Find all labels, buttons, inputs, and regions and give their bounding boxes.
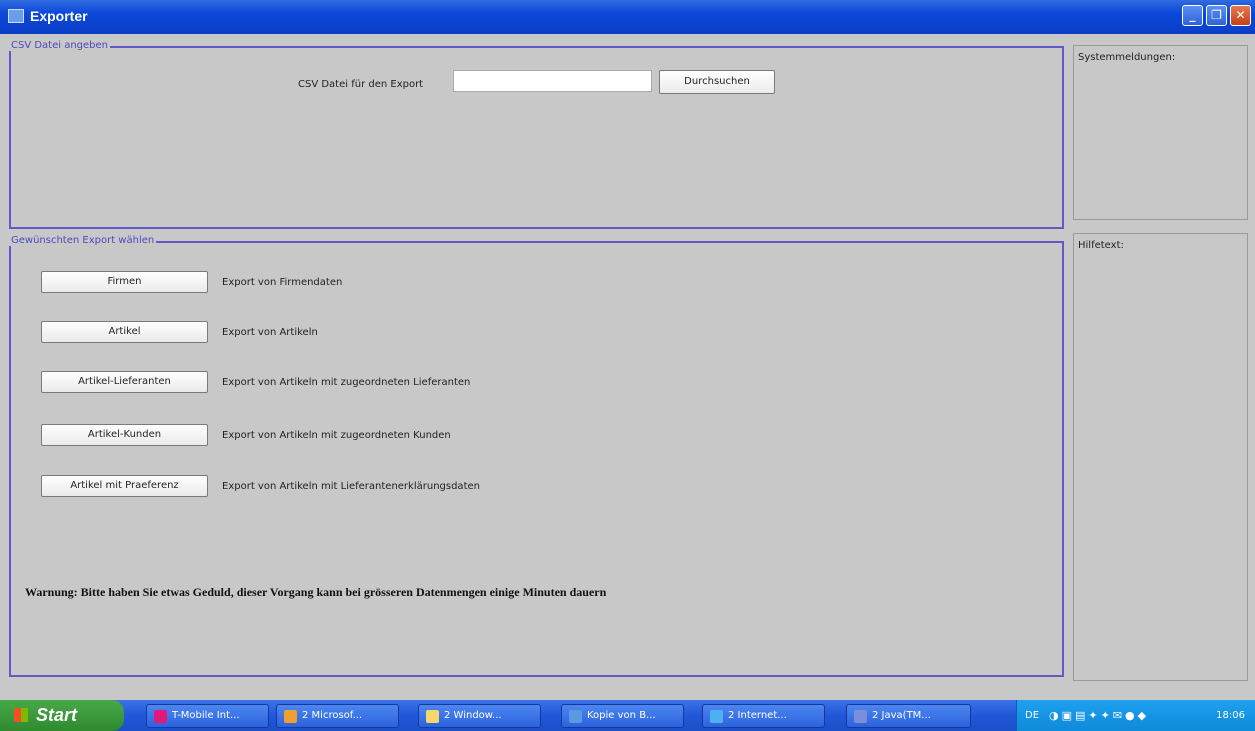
taskbar-item[interactable]: Kopie von B...: [561, 704, 684, 728]
export-article-preference-button[interactable]: Artikel mit Praeferenz: [41, 475, 208, 497]
taskbar-item[interactable]: 2 Internet...: [702, 704, 825, 728]
export-article-suppliers-description: Export von Artikeln mit zugeordneten Lie…: [222, 377, 471, 388]
taskbar: Start T-Mobile Int... 2 Microsof... 2 Wi…: [0, 700, 1255, 731]
java-icon: [854, 709, 867, 723]
tmobile-icon: [154, 709, 167, 723]
export-articles-button[interactable]: Artikel: [41, 321, 208, 343]
csv-file-label: CSV Datei für den Export: [298, 79, 424, 90]
export-article-customers-description: Export von Artikeln mit zugeordneten Kun…: [222, 430, 451, 441]
export-group-title: Gewünschten Export wählen: [9, 235, 157, 246]
app-icon: [8, 9, 24, 23]
window-titlebar: Exporter _ ❐ ✕: [0, 0, 1255, 34]
export-articles-description: Export von Artikeln: [222, 327, 318, 338]
clock: 18:06: [1216, 710, 1245, 721]
image-icon: [569, 709, 582, 723]
export-companies-description: Export von Firmendaten: [222, 277, 343, 288]
export-article-customers-button[interactable]: Artikel-Kunden: [41, 424, 208, 446]
warning-text: Warnung: Bitte haben Sie etwas Geduld, d…: [25, 585, 607, 599]
taskbar-item[interactable]: 2 Window...: [418, 704, 541, 728]
start-button[interactable]: Start: [0, 700, 124, 731]
taskbar-item[interactable]: T-Mobile Int...: [146, 704, 269, 728]
system-tray: DE ◑▣▤✦✦✉●◆ 18:06: [1016, 700, 1255, 731]
system-messages-label: Systemmeldungen:: [1078, 52, 1176, 63]
tray-icons[interactable]: ◑▣▤✦✦✉●◆: [1049, 709, 1149, 722]
taskbar-item[interactable]: 2 Microsof...: [276, 704, 399, 728]
system-messages-panel: Systemmeldungen:: [1073, 45, 1248, 220]
window-title: Exporter: [30, 8, 88, 24]
export-selection-group: Gewünschten Export wählen: [9, 235, 1064, 677]
windows-logo-icon: [14, 708, 28, 722]
help-text-label: Hilfetext:: [1078, 240, 1124, 251]
language-indicator[interactable]: DE: [1025, 710, 1039, 721]
export-companies-button[interactable]: Firmen: [41, 271, 208, 293]
csv-file-input[interactable]: [453, 70, 652, 92]
help-text-panel: Hilfetext:: [1073, 233, 1248, 681]
outlook-icon: [284, 709, 297, 723]
browse-button[interactable]: Durchsuchen: [659, 70, 775, 94]
taskbar-item[interactable]: 2 Java(TM...: [846, 704, 971, 728]
maximize-button[interactable]: ❐: [1206, 5, 1227, 26]
export-article-preference-description: Export von Artikeln mit Lieferantenerklä…: [222, 481, 480, 492]
ie-icon: [710, 709, 723, 723]
minimize-button[interactable]: _: [1182, 5, 1203, 26]
export-article-suppliers-button[interactable]: Artikel-Lieferanten: [41, 371, 208, 393]
close-button[interactable]: ✕: [1230, 5, 1251, 26]
folder-icon: [426, 709, 439, 723]
csv-group-title: CSV Datei angeben: [9, 40, 111, 51]
start-label: Start: [36, 705, 78, 725]
